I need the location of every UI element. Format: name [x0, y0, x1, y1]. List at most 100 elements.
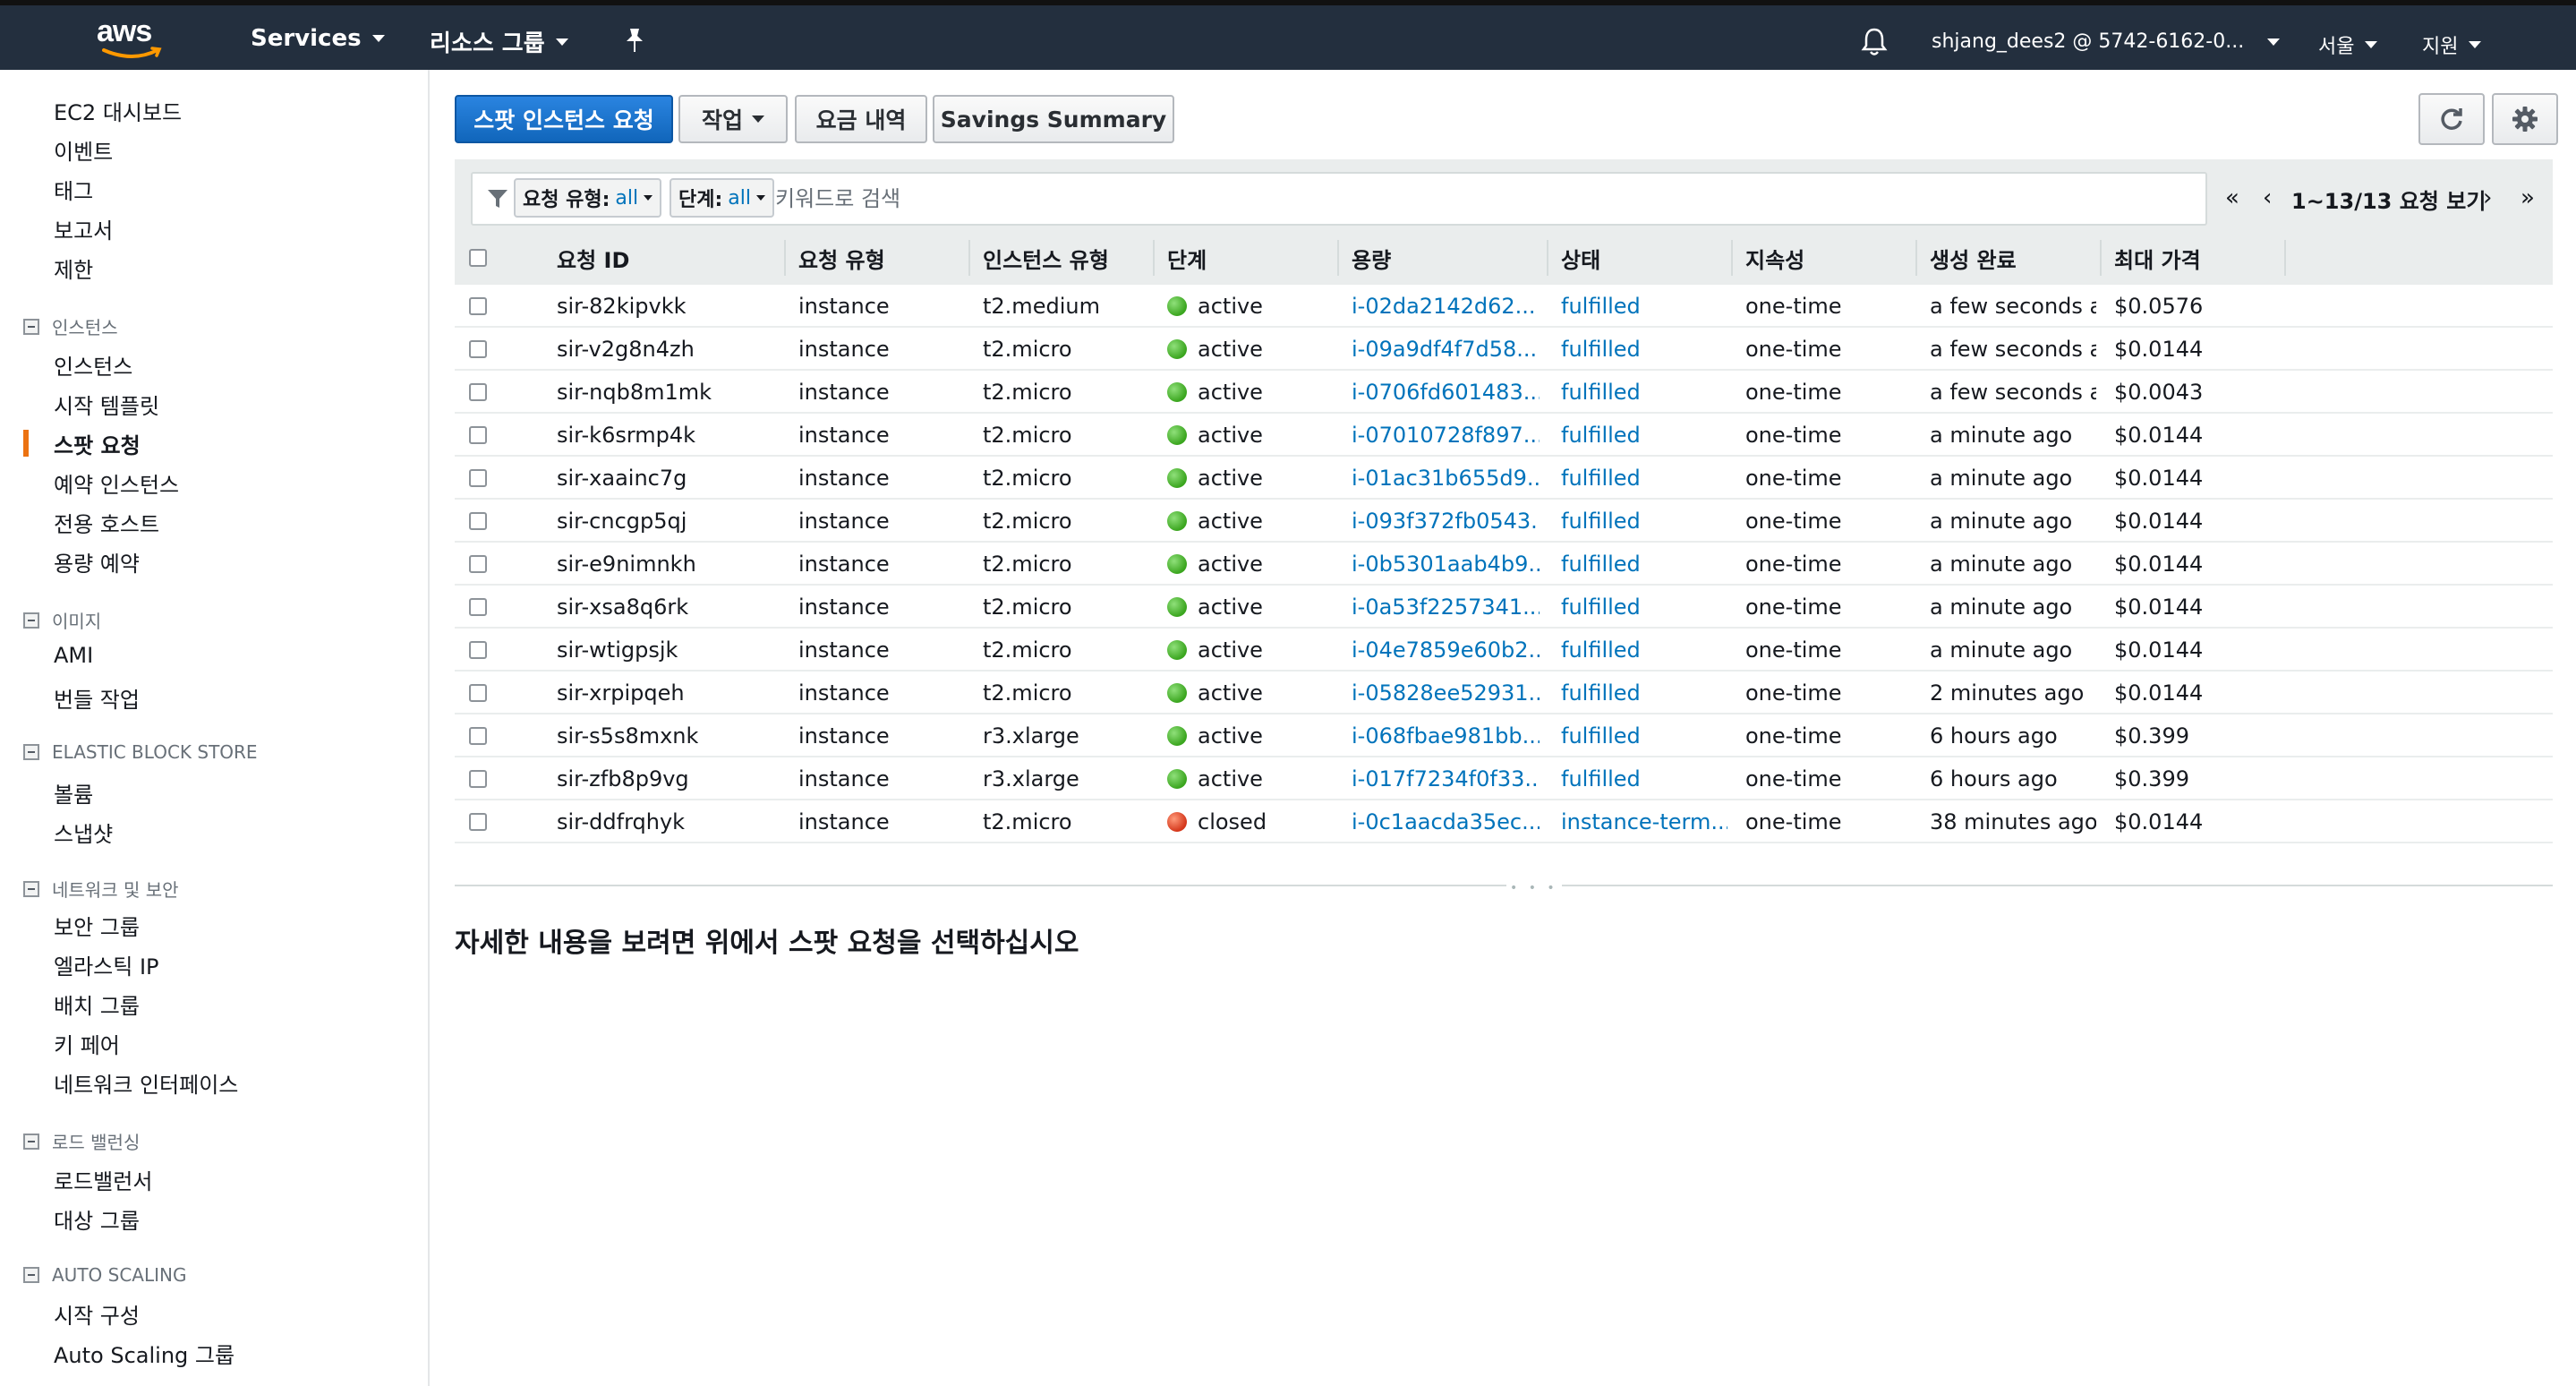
- status-cell[interactable]: fulfilled: [1561, 543, 1727, 586]
- panel-splitter[interactable]: • • •: [455, 881, 2553, 895]
- column-header-max-price[interactable]: 최대 가격: [2114, 231, 2201, 285]
- sidebar-item-placement-groups[interactable]: 배치 그룹: [54, 988, 140, 1020]
- sidebar-item-security-groups[interactable]: 보안 그룹: [54, 910, 140, 941]
- row-checkbox[interactable]: [469, 297, 487, 315]
- row-checkbox[interactable]: [469, 340, 487, 358]
- table-row[interactable]: sir-xrpipqeh instance t2.micro active i-0582…: [455, 672, 2553, 714]
- settings-button[interactable]: [2492, 93, 2558, 145]
- services-menu[interactable]: Services: [251, 25, 385, 52]
- capacity-cell[interactable]: i-09a9df4f7d58...: [1352, 328, 1540, 371]
- resource-groups-menu[interactable]: 리소스 그룹: [430, 25, 568, 58]
- support-menu[interactable]: 지원: [2422, 30, 2482, 59]
- status-cell[interactable]: instance-term...: [1561, 800, 1727, 843]
- column-divider[interactable]: [1337, 240, 1339, 276]
- column-header-request-type[interactable]: 요청 유형: [798, 231, 885, 285]
- sidebar-item-instances[interactable]: 인스턴스: [54, 349, 132, 381]
- last-page-icon[interactable]: »: [2521, 184, 2535, 211]
- capacity-cell[interactable]: i-0a53f2257341...: [1352, 586, 1540, 629]
- first-page-icon[interactable]: «: [2225, 184, 2239, 211]
- table-row[interactable]: sir-zfb8p9vg instance r3.xlarge active i-017…: [455, 757, 2553, 800]
- table-row[interactable]: sir-xaainc7g instance t2.micro active i-01ac…: [455, 457, 2553, 500]
- capacity-cell[interactable]: i-01ac31b655d9...: [1352, 457, 1540, 500]
- table-row[interactable]: sir-82kipvkk instance t2.medium active i-02d…: [455, 285, 2553, 328]
- table-row[interactable]: sir-v2g8n4zh instance t2.micro active i-09a9…: [455, 328, 2553, 371]
- status-cell[interactable]: fulfilled: [1561, 414, 1727, 457]
- sidebar-item-reports[interactable]: 보고서: [54, 213, 113, 244]
- column-divider[interactable]: [1547, 240, 1548, 276]
- column-header-request-id[interactable]: 요청 ID: [557, 231, 629, 285]
- sidebar-item-load-balancers[interactable]: 로드밸런서: [54, 1164, 152, 1195]
- column-divider[interactable]: [2100, 240, 2102, 276]
- table-row[interactable]: sir-wtigpsjk instance t2.micro active i-04e7…: [455, 629, 2553, 672]
- sidebar-item-dedicated-hosts[interactable]: 전용 호스트: [54, 507, 159, 538]
- row-checkbox[interactable]: [469, 469, 487, 487]
- capacity-cell[interactable]: i-0c1aacda35ec...: [1352, 800, 1540, 843]
- sidebar-item-network-interfaces[interactable]: 네트워크 인터페이스: [54, 1067, 238, 1099]
- status-cell[interactable]: fulfilled: [1561, 586, 1727, 629]
- row-checkbox[interactable]: [469, 727, 487, 745]
- table-row[interactable]: sir-nqb8m1mk instance t2.micro active i-0706…: [455, 371, 2553, 414]
- sidebar-item-tags[interactable]: 태그: [54, 174, 93, 205]
- column-divider[interactable]: [968, 240, 970, 276]
- keyword-search-input[interactable]: [775, 181, 2189, 217]
- row-checkbox[interactable]: [469, 641, 487, 659]
- capacity-cell[interactable]: i-0706fd601483...: [1352, 371, 1540, 414]
- sidebar-item-key-pairs[interactable]: 키 페어: [54, 1028, 120, 1059]
- account-menu[interactable]: shjang_dees2 @ 5742-6162-0...: [1932, 30, 2281, 53]
- sidebar-section-images[interactable]: 이미지: [23, 607, 101, 633]
- sidebar-item-snapshots[interactable]: 스냅샷: [54, 817, 113, 848]
- sidebar-section-load-balancing[interactable]: 로드 밸런싱: [23, 1128, 140, 1154]
- savings-summary-button[interactable]: Savings Summary: [933, 95, 1174, 143]
- drag-handle-icon[interactable]: • • •: [1506, 881, 1562, 895]
- row-checkbox[interactable]: [469, 512, 487, 530]
- capacity-cell[interactable]: i-04e7859e60b2...: [1352, 629, 1540, 672]
- pricing-history-button[interactable]: 요금 내역: [795, 95, 927, 143]
- column-divider[interactable]: [1153, 240, 1155, 276]
- status-cell[interactable]: fulfilled: [1561, 629, 1727, 672]
- notifications-bell-icon[interactable]: [1860, 27, 1889, 61]
- column-header-state[interactable]: 단계: [1167, 231, 1207, 285]
- sidebar-item-elastic-ips[interactable]: 엘라스틱 IP: [54, 949, 159, 980]
- table-row[interactable]: sir-s5s8mxnk instance r3.xlarge active i-068…: [455, 714, 2553, 757]
- capacity-cell[interactable]: i-093f372fb0543...: [1352, 500, 1540, 543]
- capacity-cell[interactable]: i-017f7234f0f33...: [1352, 757, 1540, 800]
- state-filter[interactable]: 단계: all: [670, 178, 774, 218]
- column-header-persistence[interactable]: 지속성: [1745, 231, 1804, 285]
- column-header-created[interactable]: 생성 완료: [1930, 231, 2017, 285]
- row-checkbox[interactable]: [469, 383, 487, 401]
- sidebar-item-ec2-dashboard[interactable]: EC2 대시보드: [54, 95, 182, 126]
- sidebar-item-launch-templates[interactable]: 시작 템플릿: [54, 389, 159, 420]
- sidebar-item-ami[interactable]: AMI: [54, 643, 93, 668]
- table-row[interactable]: sir-cncgp5qj instance t2.micro active i-093f…: [455, 500, 2553, 543]
- table-row[interactable]: sir-xsa8q6rk instance t2.micro active i-0a53…: [455, 586, 2553, 629]
- status-cell[interactable]: fulfilled: [1561, 371, 1727, 414]
- sidebar-item-spot-requests[interactable]: 스팟 요청: [54, 428, 141, 459]
- column-header-instance-type[interactable]: 인스턴스 유형: [983, 231, 1109, 285]
- sidebar-item-bundle-tasks[interactable]: 번들 작업: [54, 682, 140, 714]
- request-type-filter[interactable]: 요청 유형: all: [514, 178, 662, 218]
- column-divider[interactable]: [1731, 240, 1733, 276]
- row-checkbox[interactable]: [469, 598, 487, 616]
- status-cell[interactable]: fulfilled: [1561, 457, 1727, 500]
- sidebar-item-auto-scaling-groups[interactable]: Auto Scaling 그룹: [54, 1338, 235, 1369]
- capacity-cell[interactable]: i-07010728f897...: [1352, 414, 1540, 457]
- status-cell[interactable]: fulfilled: [1561, 672, 1727, 714]
- sidebar-item-volumes[interactable]: 볼륨: [54, 777, 93, 808]
- table-row[interactable]: sir-ddfrqhyk instance t2.micro closed i-0c1a…: [455, 800, 2553, 843]
- sidebar-item-launch-configurations[interactable]: 시작 구성: [54, 1298, 140, 1330]
- sidebar-item-limits[interactable]: 제한: [54, 252, 93, 284]
- sidebar-section-instances[interactable]: 인스턴스: [23, 313, 118, 339]
- aws-logo[interactable]: aws: [97, 16, 168, 64]
- row-checkbox[interactable]: [469, 684, 487, 702]
- column-divider[interactable]: [784, 240, 786, 276]
- select-all-checkbox[interactable]: [469, 249, 487, 267]
- capacity-cell[interactable]: i-068fbae981bb...: [1352, 714, 1540, 757]
- capacity-cell[interactable]: i-05828ee52931...: [1352, 672, 1540, 714]
- table-row[interactable]: sir-k6srmp4k instance t2.micro active i-0701…: [455, 414, 2553, 457]
- status-cell[interactable]: fulfilled: [1561, 714, 1727, 757]
- refresh-button[interactable]: [2418, 93, 2485, 145]
- status-cell[interactable]: fulfilled: [1561, 285, 1727, 328]
- previous-page-icon[interactable]: ‹: [2263, 184, 2272, 211]
- status-cell[interactable]: fulfilled: [1561, 500, 1727, 543]
- status-cell[interactable]: fulfilled: [1561, 328, 1727, 371]
